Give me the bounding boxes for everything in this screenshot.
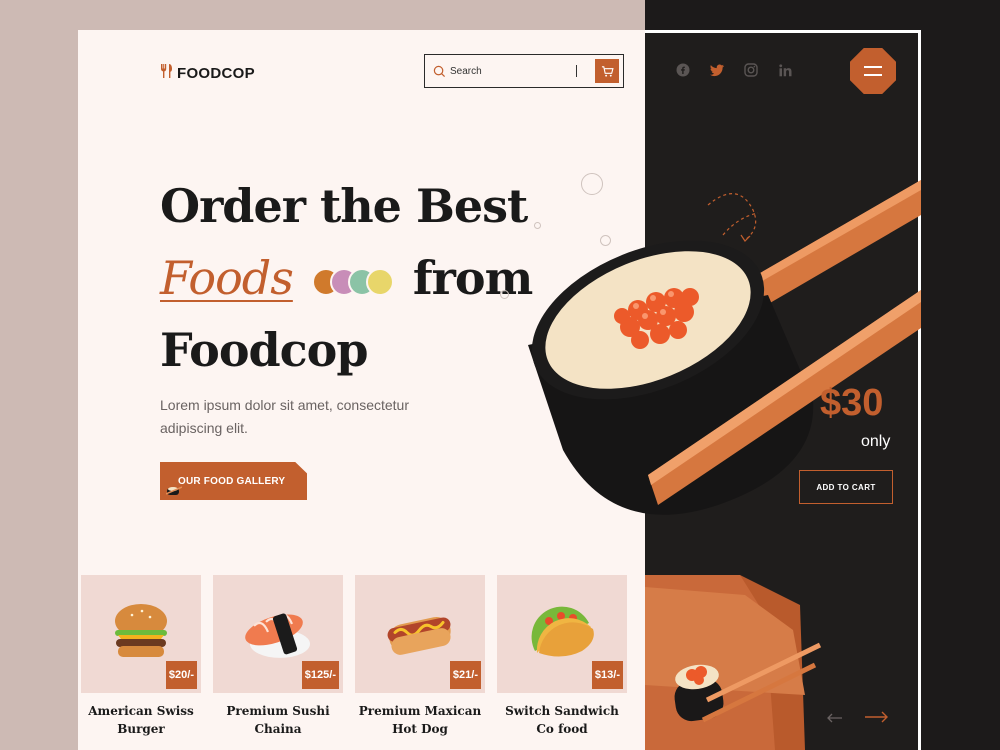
instagram-icon[interactable]: [744, 63, 758, 77]
sushi-icon: [166, 486, 182, 495]
hero-line-2: Foods from: [160, 242, 533, 314]
product-card[interactable]: $125/- Premium Sushi Chaina: [213, 575, 343, 738]
feature-price-suffix: only: [861, 433, 891, 450]
product-list: $20/- American Swiss Burger $125/- Premi…: [81, 575, 627, 738]
hero-title: Order the Best Foods from Foodcop: [160, 170, 533, 386]
carousel-controls: [827, 710, 889, 728]
product-name-line: Burger: [117, 722, 165, 736]
product-name-line: Hot Dog: [392, 722, 448, 736]
search-icon: [433, 65, 446, 77]
feature-price: $30: [820, 382, 884, 424]
hotdog-icon: [387, 616, 451, 655]
search-bar: [424, 54, 624, 88]
product-price: $125/-: [301, 661, 339, 689]
product-price: $20/-: [165, 661, 197, 689]
product-name: Premium Sushi Chaina: [213, 702, 343, 738]
product-name-line: Chaina: [254, 722, 302, 736]
product-card[interactable]: $13/- Switch Sandwich Co food: [497, 575, 627, 738]
cart-button[interactable]: [595, 59, 619, 83]
product-name: Premium Maxican Hot Dog: [355, 702, 485, 738]
add-to-cart-button[interactable]: ADD TO CART: [799, 470, 893, 504]
product-name-line: American Swiss: [88, 704, 194, 718]
menu-button[interactable]: [850, 48, 896, 94]
search-divider: [576, 65, 577, 77]
sushi-icon: [245, 613, 310, 658]
burger-icon: [115, 604, 167, 657]
facebook-icon[interactable]: [676, 63, 690, 77]
hero-highlight: Foods: [160, 251, 294, 305]
product-name: American Swiss Burger: [81, 702, 201, 738]
product-price: $21/-: [449, 661, 481, 689]
cart-icon: [601, 65, 614, 77]
product-name: Switch Sandwich Co food: [497, 702, 627, 738]
product-image: $20/-: [81, 575, 201, 693]
hero-description: Lorem ipsum dolor sit amet, consectetur …: [160, 397, 409, 436]
product-price: $13/-: [591, 661, 623, 689]
twitter-icon[interactable]: [710, 63, 724, 77]
linkedin-icon[interactable]: [778, 63, 792, 77]
taco-icon: [531, 606, 594, 657]
brand-name: FOODCOP: [177, 64, 255, 82]
menu-icon-bar: [864, 66, 882, 68]
product-image: $21/-: [355, 575, 485, 693]
arrow-left-icon[interactable]: [827, 710, 843, 728]
avatar: [365, 268, 394, 296]
product-name-line: Premium Maxican: [358, 704, 482, 718]
logo[interactable]: FOODCOP: [160, 63, 255, 83]
search-input[interactable]: [450, 65, 570, 77]
fork-knife-icon: [160, 63, 174, 83]
food-gallery-label: OUR FOOD GALLERY: [178, 475, 286, 487]
hero-line-3: Foodcop: [160, 323, 369, 377]
landing-page: FOODCOP Order the Best Foods from Foodco…: [78, 30, 921, 750]
social-links: [676, 63, 792, 77]
product-name-line: Premium Sushi: [226, 704, 330, 718]
arrow-right-icon[interactable]: [865, 710, 889, 728]
product-card[interactable]: $21/- Premium Maxican Hot Dog: [355, 575, 485, 738]
decor-circle: [500, 290, 509, 299]
product-image: $125/-: [213, 575, 343, 693]
product-name-line: Co food: [536, 722, 588, 736]
menu-icon-bar: [864, 74, 882, 76]
product-name-line: Switch Sandwich: [505, 704, 619, 718]
product-card[interactable]: $20/- American Swiss Burger: [81, 575, 201, 738]
hero-line-2-rest: from: [412, 251, 533, 305]
customer-avatars: [311, 268, 394, 296]
hero-line-1: Order the Best: [160, 179, 528, 233]
product-image: $13/-: [497, 575, 627, 693]
food-gallery-button[interactable]: OUR FOOD GALLERY: [160, 462, 307, 500]
